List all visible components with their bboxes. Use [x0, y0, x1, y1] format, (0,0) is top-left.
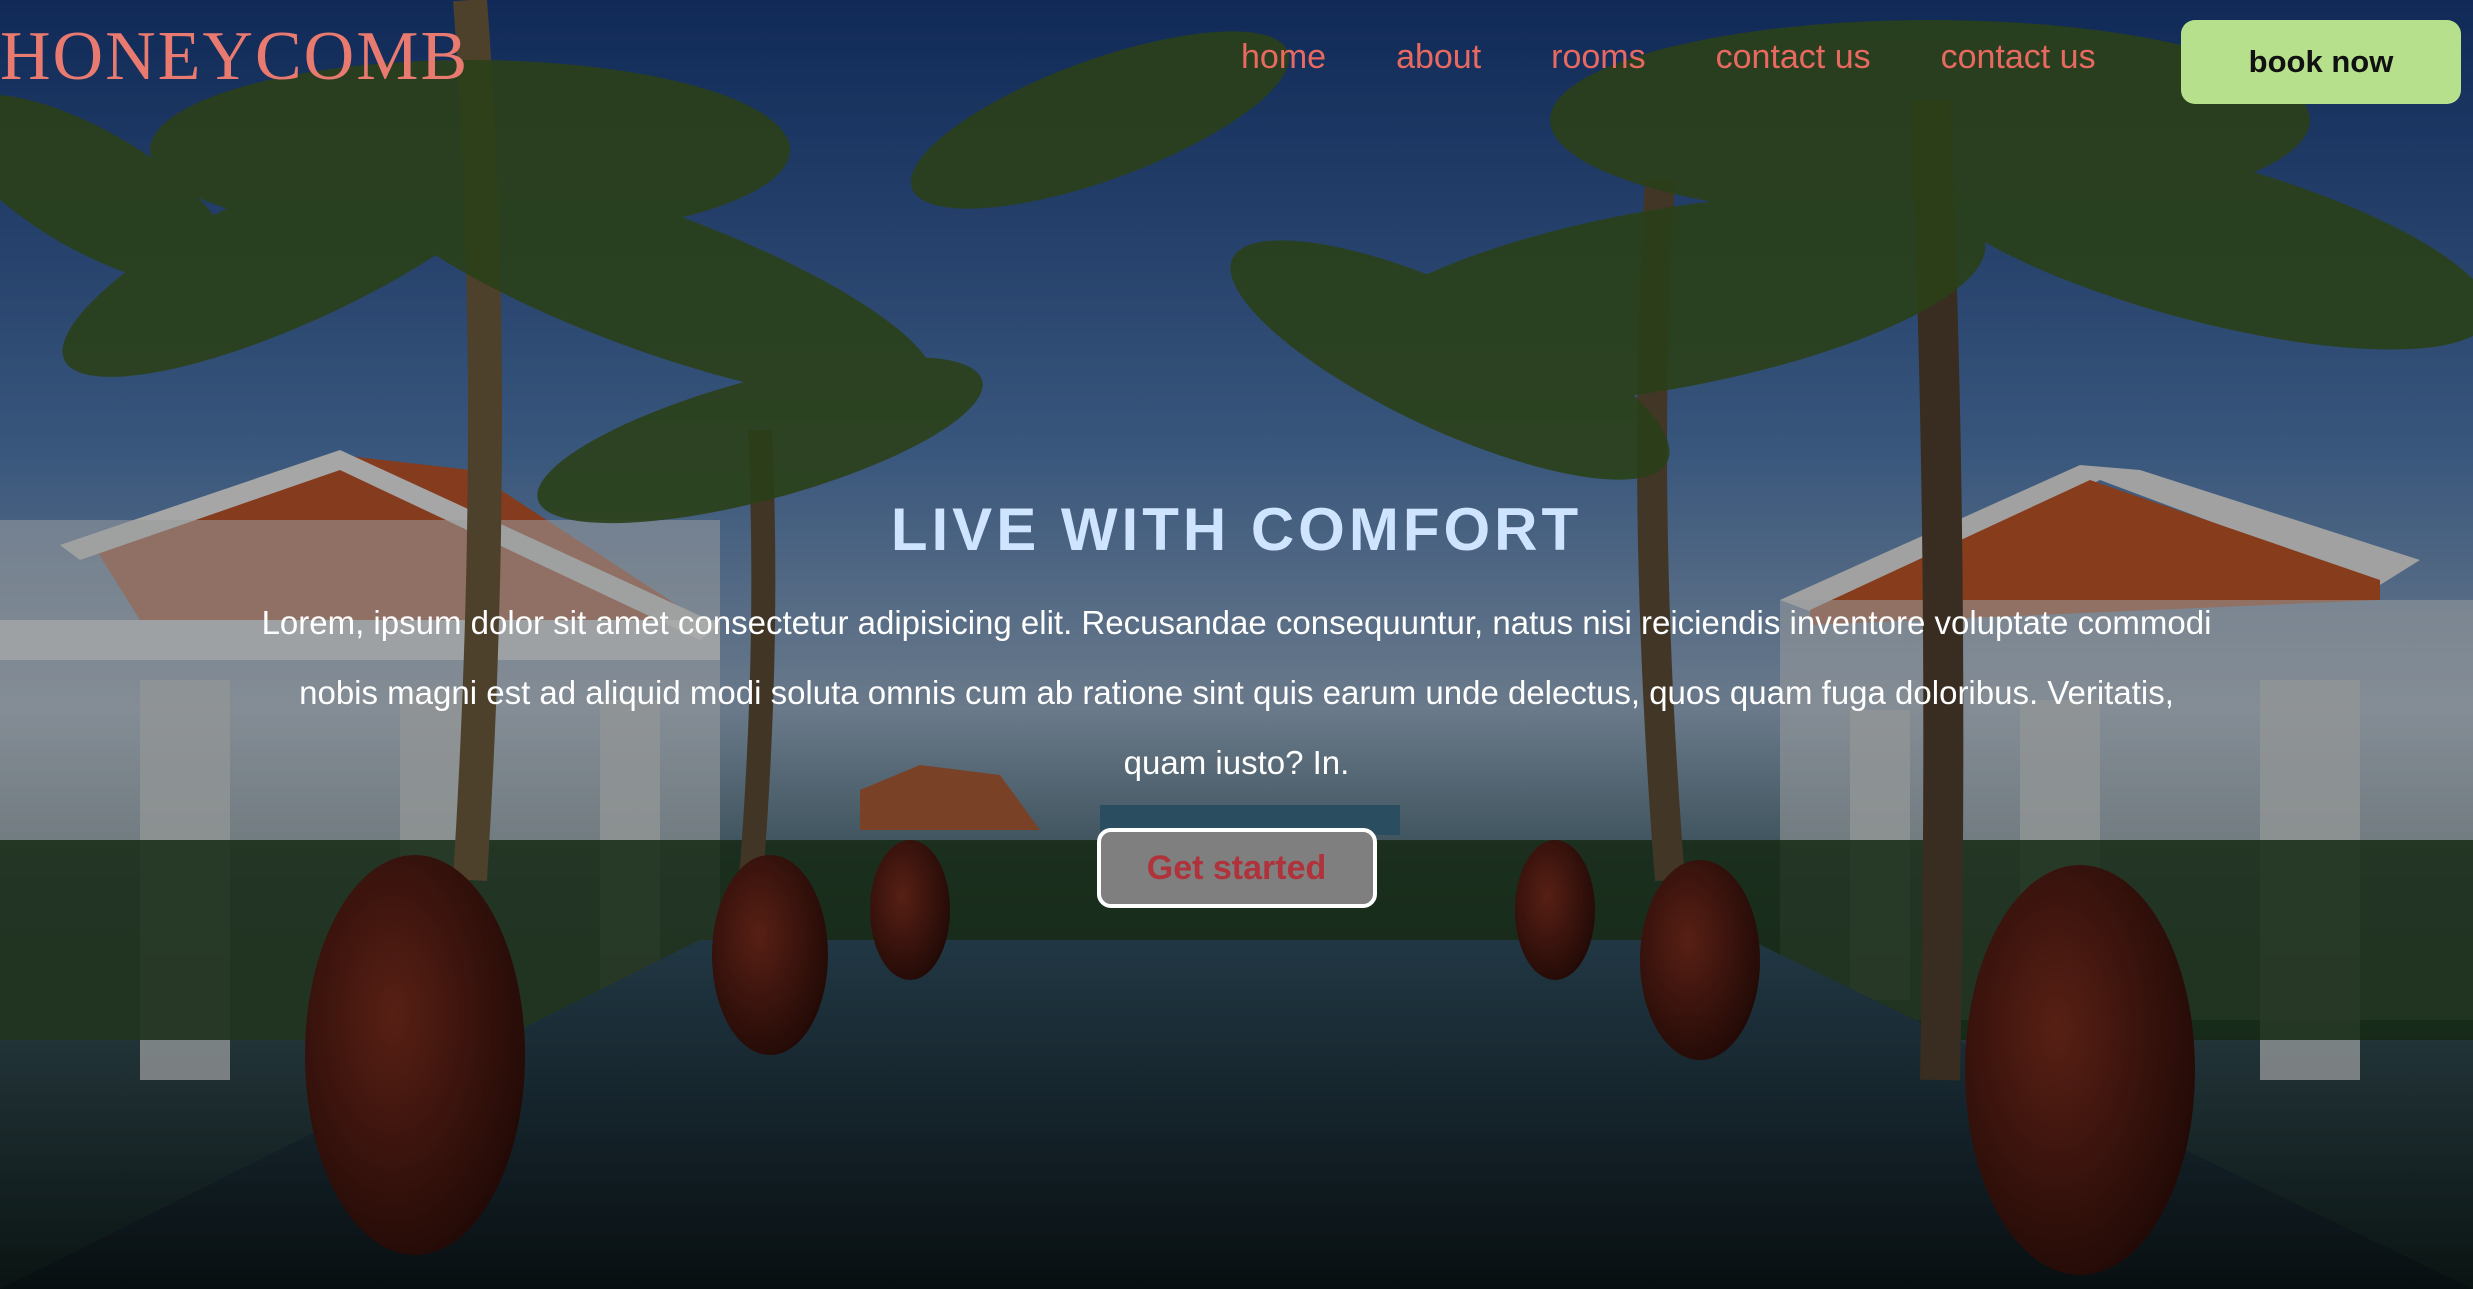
main-nav: home about rooms contact us contact us: [1241, 40, 2096, 74]
brand-logo[interactable]: HONEYCOMB: [0, 22, 469, 92]
nav-link-contact-us[interactable]: contact us: [1716, 40, 1871, 74]
nav-link-about[interactable]: about: [1396, 40, 1481, 74]
hero-content: LIVE WITH COMFORT Lorem, ipsum dolor sit…: [200, 500, 2273, 908]
hero-section: HONEYCOMB home about rooms contact us co…: [0, 0, 2473, 1289]
nav-link-home[interactable]: home: [1241, 40, 1326, 74]
nav-link-contact-us-2[interactable]: contact us: [1941, 40, 2096, 74]
hero-headline: LIVE WITH COMFORT: [890, 496, 1583, 563]
hero-description: Lorem, ipsum dolor sit amet consectetur …: [261, 604, 2212, 781]
get-started-button[interactable]: Get started: [1096, 828, 1377, 908]
nav-link-rooms[interactable]: rooms: [1551, 40, 1645, 74]
book-now-button[interactable]: book now: [2181, 20, 2461, 104]
